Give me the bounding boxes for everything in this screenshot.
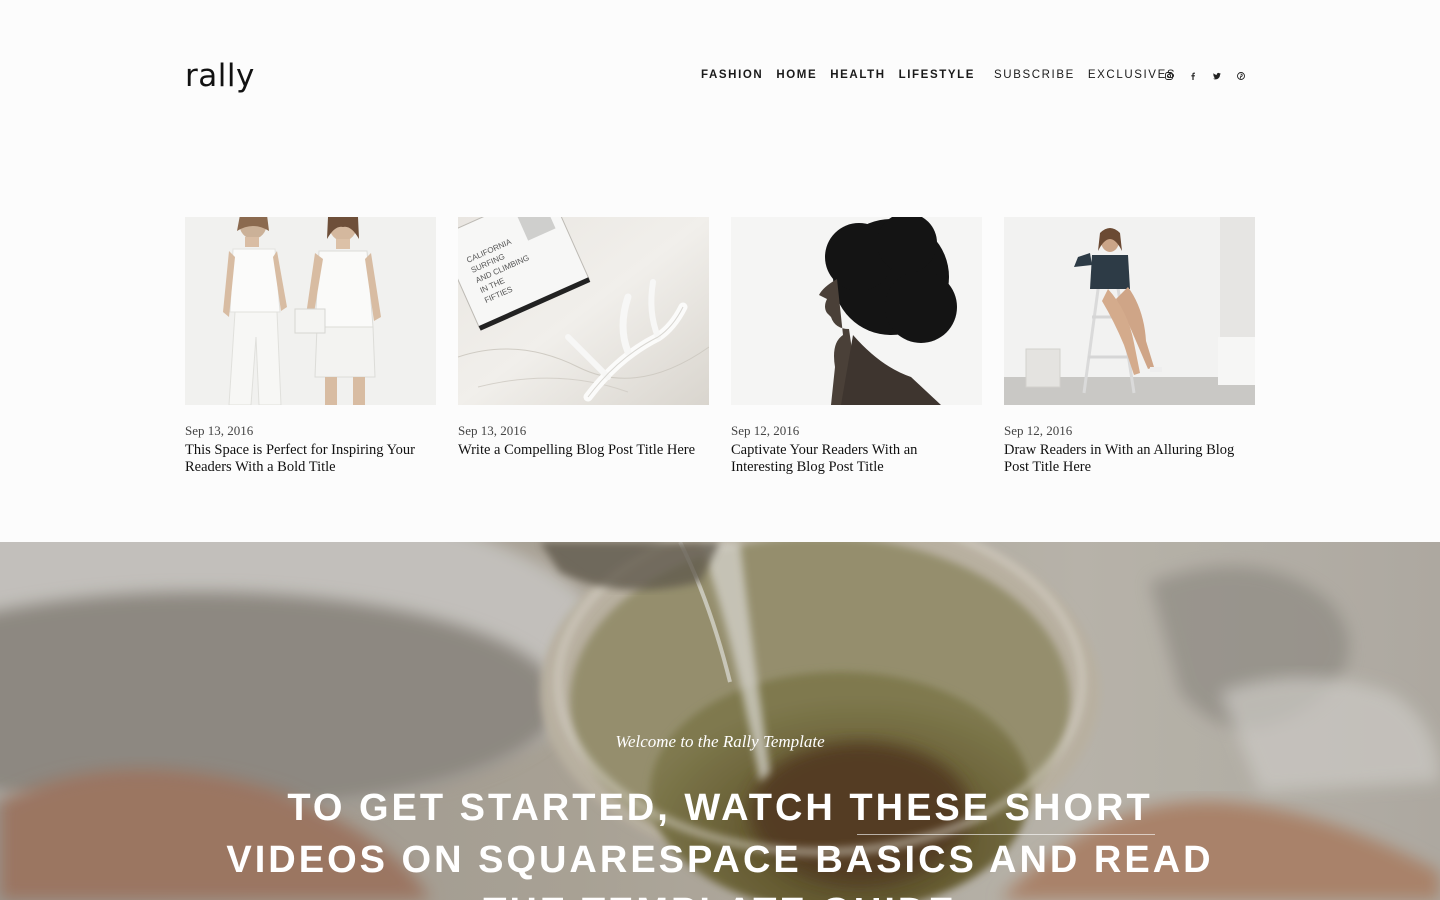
post-title[interactable]: Draw Readers in With an Alluring Blog Po… xyxy=(1004,442,1255,476)
post-date: Sep 12, 2016 xyxy=(1004,423,1073,438)
post-title[interactable]: Captivate Your Readers With an Interesti… xyxy=(731,442,982,476)
main-nav: Fashion Home Health Lifestyle Subscribe … xyxy=(701,69,1189,81)
hero-banner: Welcome to the Rally Template To get sta… xyxy=(0,542,1440,900)
nav-item-fashion[interactable]: Fashion xyxy=(701,69,763,81)
page: rally Fashion Home Health Lifestyle Subs… xyxy=(0,0,1440,900)
hero-title: To get started, watch these short videos… xyxy=(226,787,1214,900)
post-date: Sep 13, 2016 xyxy=(458,423,527,438)
social-links xyxy=(1151,69,1247,83)
blog-posts-grid: Sep 13, 2016 This Space is Perfect for I… xyxy=(185,217,1255,476)
ladder-photo xyxy=(1004,217,1255,405)
post-thumbnail[interactable] xyxy=(731,217,982,405)
twitter-icon[interactable] xyxy=(1213,69,1223,83)
portrait-photo xyxy=(731,217,982,405)
fashion-photo xyxy=(185,217,436,405)
nav-item-lifestyle[interactable]: Lifestyle xyxy=(899,69,975,81)
facebook-icon[interactable] xyxy=(1189,69,1199,83)
post-thumbnail[interactable] xyxy=(185,217,436,405)
site-logo[interactable]: rally xyxy=(185,56,255,96)
site-header: rally Fashion Home Health Lifestyle Subs… xyxy=(185,56,1255,100)
nav-item-health[interactable]: Health xyxy=(830,69,885,81)
post-card: Sep 12, 2016 Captivate Your Readers With… xyxy=(731,217,982,476)
hero-link-underline[interactable] xyxy=(857,834,1155,835)
pinterest-icon[interactable] xyxy=(1237,69,1247,83)
post-date: Sep 13, 2016 xyxy=(185,423,254,438)
instagram-icon[interactable] xyxy=(1165,69,1175,83)
post-thumbnail[interactable] xyxy=(1004,217,1255,405)
post-card: CALIFORNIA SURFING AND CLIMBING IN THE F… xyxy=(458,217,709,476)
antler-book-photo: CALIFORNIA SURFING AND CLIMBING IN THE F… xyxy=(458,217,709,405)
post-card: Sep 13, 2016 This Space is Perfect for I… xyxy=(185,217,436,476)
hero-kicker: Welcome to the Rally Template xyxy=(615,732,825,751)
post-title[interactable]: Write a Compelling Blog Post Title Here xyxy=(458,442,709,459)
post-date: Sep 12, 2016 xyxy=(731,423,800,438)
post-title[interactable]: This Space is Perfect for Inspiring Your… xyxy=(185,442,436,476)
nav-item-subscribe[interactable]: Subscribe xyxy=(994,69,1075,81)
post-thumbnail[interactable]: CALIFORNIA SURFING AND CLIMBING IN THE F… xyxy=(458,217,709,405)
post-card: Sep 12, 2016 Draw Readers in With an All… xyxy=(1004,217,1255,476)
nav-item-home[interactable]: Home xyxy=(776,69,817,81)
